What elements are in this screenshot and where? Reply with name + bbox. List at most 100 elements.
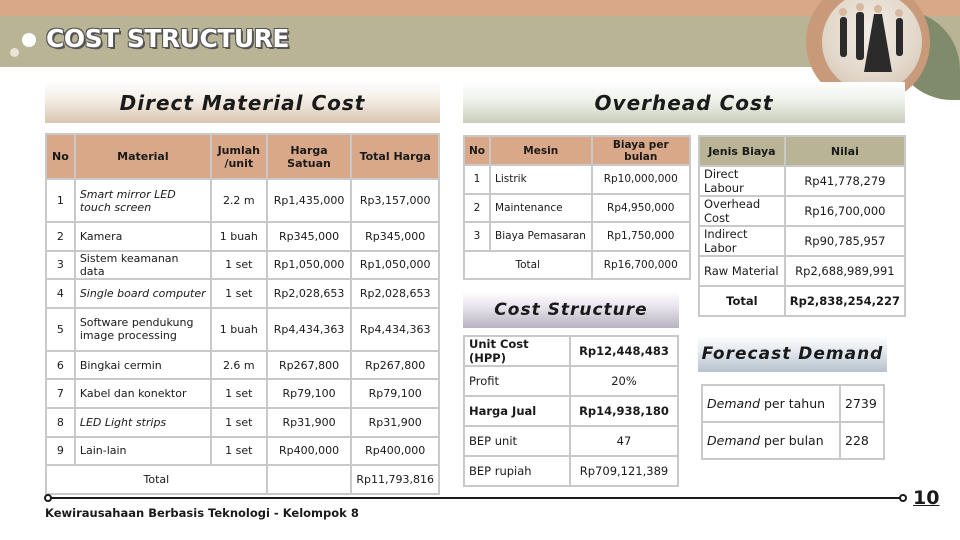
cell-value: Rp709,121,389 [569, 455, 679, 487]
cell-no: 8 [45, 406, 76, 438]
cell-value: Rp12,448,483 [569, 335, 679, 367]
cell-no: 1 [462, 164, 492, 195]
table-row: 6 Bingkai cermin 2.6 m Rp267,800 Rp267,8… [45, 349, 440, 381]
cell-harga: Rp79,100 [265, 378, 353, 409]
cell-value: 47 [569, 425, 679, 457]
cell-value: 2739 [839, 384, 885, 423]
slide-title: COST STRUCTURE [46, 24, 290, 53]
cost-structure-table: Unit Cost (HPP) Rp12,448,483 Profit 20% … [463, 335, 679, 487]
table-row: 3 Sistem keamanan data 1 set Rp1,050,000… [45, 249, 440, 281]
cell-value: Rp14,938,180 [569, 395, 679, 427]
label-italic: Demand [707, 433, 761, 448]
overhead-heading: Overhead Cost [463, 82, 905, 123]
label-rest: per bulan [760, 433, 824, 448]
cell-no: 7 [45, 378, 76, 409]
cell-biaya: Rp1,750,000 [590, 221, 691, 252]
cell-material: Kabel dan konektor [73, 378, 212, 409]
cell-total: Rp267,800 [350, 349, 440, 381]
column-header-harga: Harga Satuan [265, 133, 353, 180]
cell-label: BEP unit [463, 425, 571, 457]
direct-material-heading: Direct Material Cost [45, 82, 440, 123]
column-header-no: No [45, 133, 76, 180]
table-total-row: Total Rp11,793,816 [45, 464, 440, 495]
cell-no: 9 [45, 435, 76, 467]
table-row: Demand per bulan 228 [701, 421, 885, 460]
cell-nilai: Rp16,700,000 [783, 195, 907, 227]
cell-no: 1 [45, 178, 76, 223]
table-row: BEP rupiah Rp709,121,389 [463, 455, 679, 487]
cell-material: Bingkai cermin [73, 349, 212, 381]
footer-dot-right [899, 494, 907, 502]
column-header-total: Total Harga [350, 133, 440, 180]
cell-harga: Rp400,000 [265, 435, 353, 467]
cell-label: Demand per tahun [701, 384, 841, 423]
decorative-dot [22, 33, 36, 47]
cell-mesin: Biaya Pemasaran [489, 221, 593, 252]
page-number: 10 [913, 487, 940, 509]
table-row: Raw Material Rp2,688,989,991 [698, 255, 907, 287]
cell-jumlah: 1 set [209, 249, 268, 281]
cell-harga: Rp1,050,000 [265, 249, 353, 281]
table-row: Harga Jual Rp14,938,180 [463, 395, 679, 427]
cell-jumlah: 1 set [209, 406, 268, 438]
cell-jumlah: 1 set [209, 435, 268, 467]
cell-jenis: Overhead Cost [698, 195, 786, 227]
decorative-dot [10, 48, 19, 57]
cell-biaya: Rp10,000,000 [590, 164, 691, 195]
cell-total: Rp4,434,363 [350, 306, 440, 352]
cost-structure-heading: Cost Structure [463, 291, 679, 328]
label-rest: per tahun [760, 396, 826, 411]
total-label: Total [698, 285, 786, 317]
column-header-biaya: Biaya per bulan [590, 135, 691, 166]
table-header-row: No Material Jumlah /unit Harga Satuan To… [45, 133, 440, 180]
table-row: 3 Biaya Pemasaran Rp1,750,000 [462, 221, 691, 252]
table-header-row: No Mesin Biaya per bulan [462, 135, 691, 166]
cell-jumlah: 1 buah [209, 221, 268, 252]
cell-label: Profit [463, 365, 571, 397]
cell-no: 5 [45, 306, 76, 352]
total-value: Rp16,700,000 [590, 249, 691, 280]
cell-no: 2 [45, 221, 76, 252]
cell-total: Rp31,900 [350, 406, 440, 438]
column-header-mesin: Mesin [489, 135, 593, 166]
cell-biaya: Rp4,950,000 [590, 192, 691, 223]
table-header-row: Jenis Biaya Nilai [698, 135, 907, 167]
cell-harga: Rp4,434,363 [265, 306, 353, 352]
footer-text: Kewirausahaan Berbasis Teknologi - Kelom… [45, 506, 359, 520]
table-total-row: Total Rp16,700,000 [463, 249, 691, 280]
cell-label: BEP rupiah [463, 455, 571, 487]
cell-material: LED Light strips [73, 406, 212, 438]
label-italic: Demand [707, 396, 761, 411]
cell-mesin: Listrik [489, 164, 593, 195]
cell-value: 20% [569, 365, 679, 397]
mesin-table: No Mesin Biaya per bulan 1 Listrik Rp10,… [462, 135, 691, 280]
empty-cell [265, 464, 353, 495]
table-row: 2 Kamera 1 buah Rp345,000 Rp345,000 [45, 221, 440, 252]
column-header-no: No [462, 135, 492, 166]
table-row: 4 Single board computer 1 set Rp2,028,65… [45, 278, 440, 309]
cell-material: Single board computer [73, 278, 212, 309]
cell-total: Rp1,050,000 [350, 249, 440, 281]
cell-total: Rp345,000 [350, 221, 440, 252]
forecast-table: Demand per tahun 2739 Demand per bulan 2… [701, 384, 885, 460]
cell-nilai: Rp90,785,957 [783, 225, 907, 257]
column-header-nilai: Nilai [783, 135, 907, 167]
cell-jenis: Direct Labour [698, 165, 786, 197]
cell-harga: Rp1,435,000 [265, 178, 353, 223]
table-row: 1 Smart mirror LED touch screen 2.2 m Rp… [45, 178, 440, 223]
cell-label: Harga Jual [463, 395, 571, 427]
cell-no: 2 [462, 192, 492, 223]
footer-dot-left [44, 494, 52, 502]
jenis-biaya-table: Jenis Biaya Nilai Direct Labour Rp41,778… [698, 135, 907, 317]
cell-jumlah: 2.2 m [209, 178, 268, 223]
cell-jumlah: 1 set [209, 378, 268, 409]
table-row: 5 Software pendukung image processing 1 … [45, 306, 440, 352]
cell-no: 3 [45, 249, 76, 281]
cell-value: 228 [839, 421, 885, 460]
table-row: Direct Labour Rp41,778,279 [698, 165, 907, 197]
cell-jumlah: 2.6 m [209, 349, 268, 381]
table-row: 7 Kabel dan konektor 1 set Rp79,100 Rp79… [45, 378, 440, 409]
total-label: Total [45, 464, 268, 495]
column-header-jumlah: Jumlah /unit [209, 133, 268, 180]
cell-material: Software pendukung image processing [73, 306, 212, 352]
